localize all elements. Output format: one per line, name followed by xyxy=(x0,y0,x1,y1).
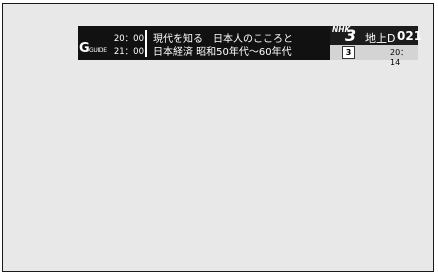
tv-screen: G GUIDE 20：00 21：00 現代を知る 日本人のこころと 日本経済 … xyxy=(2,3,434,272)
program-title-next: 日本経済 昭和50年代〜60年代 xyxy=(153,47,292,58)
program-time-next: 21：00 xyxy=(113,47,144,57)
g-guide-logo: G GUIDE xyxy=(79,41,107,57)
program-time-current: 20：00 xyxy=(113,34,144,44)
broadcast-type-label: 地上D xyxy=(365,32,396,45)
program-info-banner: G GUIDE 20：00 21：00 現代を知る 日本人のこころと 日本経済 … xyxy=(78,25,422,67)
g-guide-logo-text: GUIDE xyxy=(89,47,107,54)
channel-header: NHK 3 地上D 021 xyxy=(330,25,422,45)
channel-indicator: NHK 3 地上D 021 3 20：14 xyxy=(330,25,422,67)
banner-divider xyxy=(145,30,147,57)
remote-key-number: 3 xyxy=(342,46,355,59)
current-time-clock: 20：14 xyxy=(390,48,409,67)
channel-number: 3 xyxy=(345,26,357,45)
channel-code: 021 xyxy=(397,29,423,43)
